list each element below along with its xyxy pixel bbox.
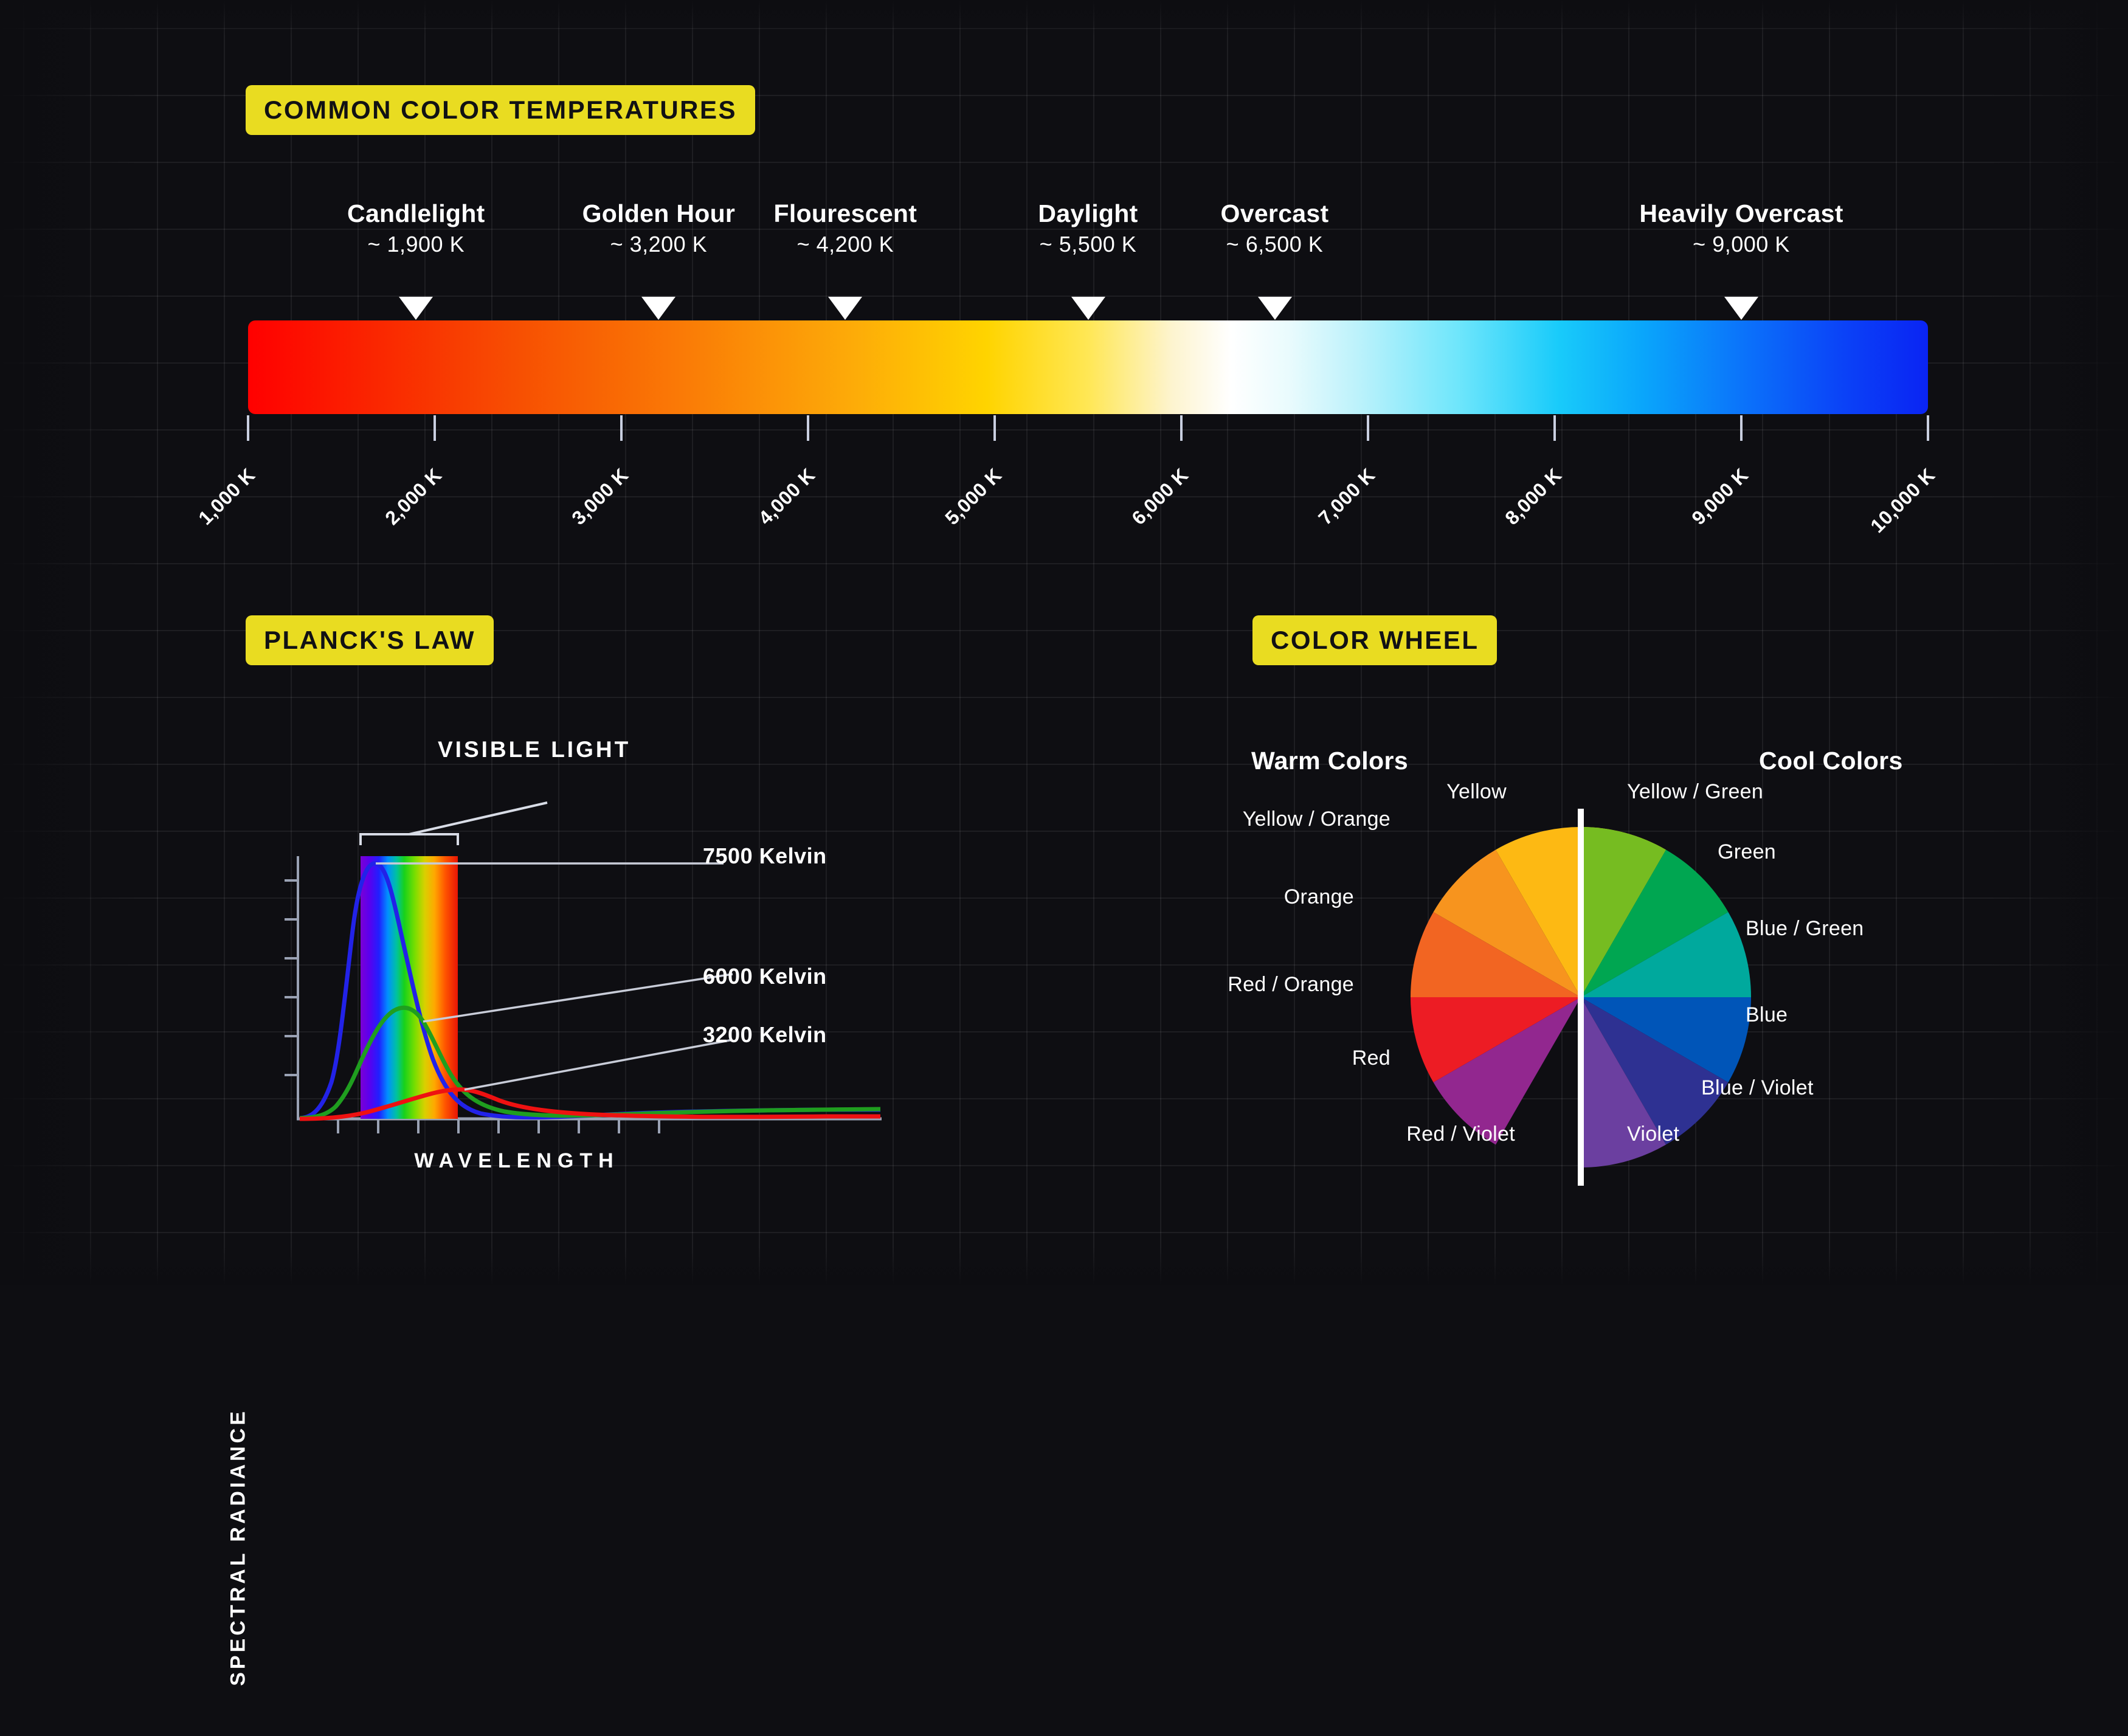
section-badge-color-wheel: COLOR WHEEL [1252,615,1498,665]
kelvin-tick [1740,415,1743,441]
wheel-label-blue: Blue [1746,1003,1788,1026]
kelvin-tick-label: 1,000 K [194,463,260,530]
visible-light-annotation: VISIBLE LIGHT [438,737,631,762]
kelvin-label-value: ~ 4,200 K [796,232,894,257]
kelvin-label-overcast: Overcast ~ 6,500 K [1220,199,1329,257]
kelvin-tick-label: 10,000 K [1866,463,1940,538]
kelvin-tick [1553,415,1556,441]
planck-y-axis-label: SPECTRAL RADIANCE [226,1408,250,1686]
visible-light-bracket [359,801,548,845]
wheel-label-orange: Orange [1283,885,1354,908]
kelvin-marker-golden-hour [641,297,676,320]
kelvin-tick-label: 6,000 K [1127,463,1193,530]
kelvin-label-daylight: Daylight ~ 5,500 K [1038,199,1138,257]
series-label-7500-kelvin: 7500 Kelvin [703,843,827,868]
kelvin-tick [993,415,996,441]
wheel-label-yellow-green: Yellow / Green [1627,780,1764,803]
kelvin-tick [807,415,809,441]
cool-colors-heading: Cool Colors [1759,747,1903,775]
section-badge-plancks-law: PLANCK'S LAW [246,615,494,665]
wheel-label-yellow-orange: Yellow / Orange [1242,807,1390,831]
kelvin-marker-heavily-overcast [1724,297,1758,320]
kelvin-label-heavily-overcast: Heavily Overcast ~ 9,000 K [1639,199,1843,257]
kelvin-label-name: Flourescent [773,199,917,227]
kelvin-tick [1367,415,1369,441]
series-label-3200-kelvin: 3200 Kelvin [703,1022,827,1047]
wheel-label-violet: Violet [1627,1122,1680,1146]
kelvin-marker-flourescent [828,297,863,320]
kelvin-label-value: ~ 1,900 K [367,232,465,257]
kelvin-label-value: ~ 9,000 K [1693,232,1790,257]
kelvin-label-candlelight: Candlelight ~ 1,900 K [347,199,485,257]
planck-y-axis-label-wrap: SPECTRAL RADIANCE [73,772,450,1686]
kelvin-tick-label: 5,000 K [941,463,1006,530]
wheel-label-red: Red [1352,1046,1390,1070]
series-label-6000-kelvin: 6000 Kelvin [703,964,827,989]
kelvin-label-name: Daylight [1038,199,1138,227]
kelvin-tick [247,415,249,441]
kelvin-tick [434,415,436,441]
kelvin-label-value: ~ 3,200 K [610,232,708,257]
wheel-label-yellow: Yellow [1446,780,1507,803]
kelvin-gradient-bar [248,320,1928,414]
kelvin-tick [620,415,623,441]
kelvin-marker-daylight [1071,297,1105,320]
kelvin-marker-overcast [1257,297,1292,320]
wheel-label-green: Green [1718,840,1776,863]
kelvin-marker-candlelight [399,297,434,320]
warm-colors-heading: Warm Colors [1251,747,1409,775]
wheel-label-blue-green: Blue / Green [1746,917,1864,940]
warm-cool-divider [1578,809,1584,1186]
wheel-label-blue-violet: Blue / Violet [1701,1076,1814,1099]
kelvin-tick [1927,415,1929,441]
kelvin-label-name: Golden Hour [582,199,736,227]
wheel-label-red-orange: Red / Orange [1228,973,1354,996]
kelvin-label-name: Overcast [1220,199,1329,227]
kelvin-label-value: ~ 5,500 K [1039,232,1137,257]
kelvin-label-name: Heavily Overcast [1639,199,1843,227]
kelvin-label-flourescent: Flourescent ~ 4,200 K [773,199,917,257]
kelvin-label-value: ~ 6,500 K [1226,232,1324,257]
wheel-label-red-violet: Red / Violet [1406,1122,1515,1146]
kelvin-label-golden-hour: Golden Hour ~ 3,200 K [582,199,736,257]
kelvin-tick [1180,415,1183,441]
kelvin-tick-label: 9,000 K [1687,463,1753,530]
kelvin-tick-label: 3,000 K [567,463,633,530]
kelvin-tick-label: 2,000 K [381,463,446,530]
planck-x-axis-label: WAVELENGTH [414,1149,620,1172]
kelvin-label-name: Candlelight [347,199,485,227]
kelvin-tick-label: 8,000 K [1501,463,1566,530]
kelvin-tick-label: 4,000 K [754,463,820,530]
kelvin-tick-label: 7,000 K [1314,463,1380,530]
